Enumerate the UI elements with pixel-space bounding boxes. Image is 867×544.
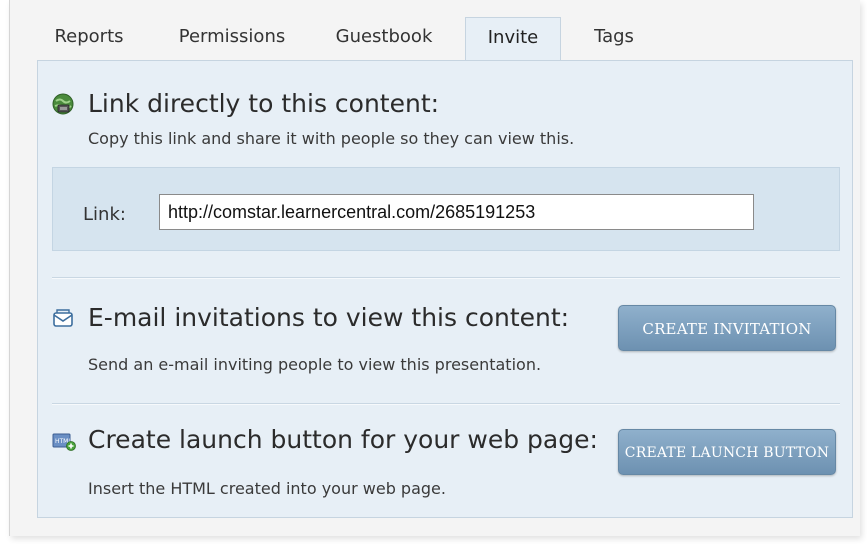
create-launch-button[interactable]: CREATE LAUNCH BUTTON — [618, 429, 836, 475]
invite-frame: Reports Permissions Guestbook Invite Tag… — [9, 0, 860, 536]
email-section-description: Send an e-mail inviting people to view t… — [88, 355, 542, 374]
envelope-icon — [53, 309, 73, 327]
section-divider — [52, 277, 840, 279]
launch-section-description: Insert the HTML created into your web pa… — [88, 479, 446, 498]
tab-permissions[interactable]: Permissions — [167, 17, 297, 57]
link-section-title: Link directly to this content: — [88, 89, 440, 118]
tab-tags[interactable]: Tags — [577, 17, 651, 57]
tab-invite[interactable]: Invite — [465, 17, 561, 62]
link-box: Link: — [52, 167, 840, 251]
link-label: Link: — [83, 204, 126, 225]
launch-section-title: Create launch button for your web page: — [88, 425, 598, 454]
email-section-title: E-mail invitations to view this content: — [88, 303, 570, 332]
invite-panel: Link directly to this content: Copy this… — [37, 60, 853, 518]
tab-bar: Reports Permissions Guestbook Invite Tag… — [37, 17, 853, 62]
section-divider — [52, 403, 840, 405]
html-icon: HTML — [52, 433, 76, 451]
create-invitation-button[interactable]: CREATE INVITATION — [618, 305, 836, 351]
tab-reports[interactable]: Reports — [41, 17, 137, 57]
link-section-description: Copy this link and share it with people … — [88, 129, 575, 148]
globe-icon — [52, 93, 74, 115]
link-input[interactable] — [159, 194, 754, 230]
tab-guestbook[interactable]: Guestbook — [323, 17, 445, 57]
